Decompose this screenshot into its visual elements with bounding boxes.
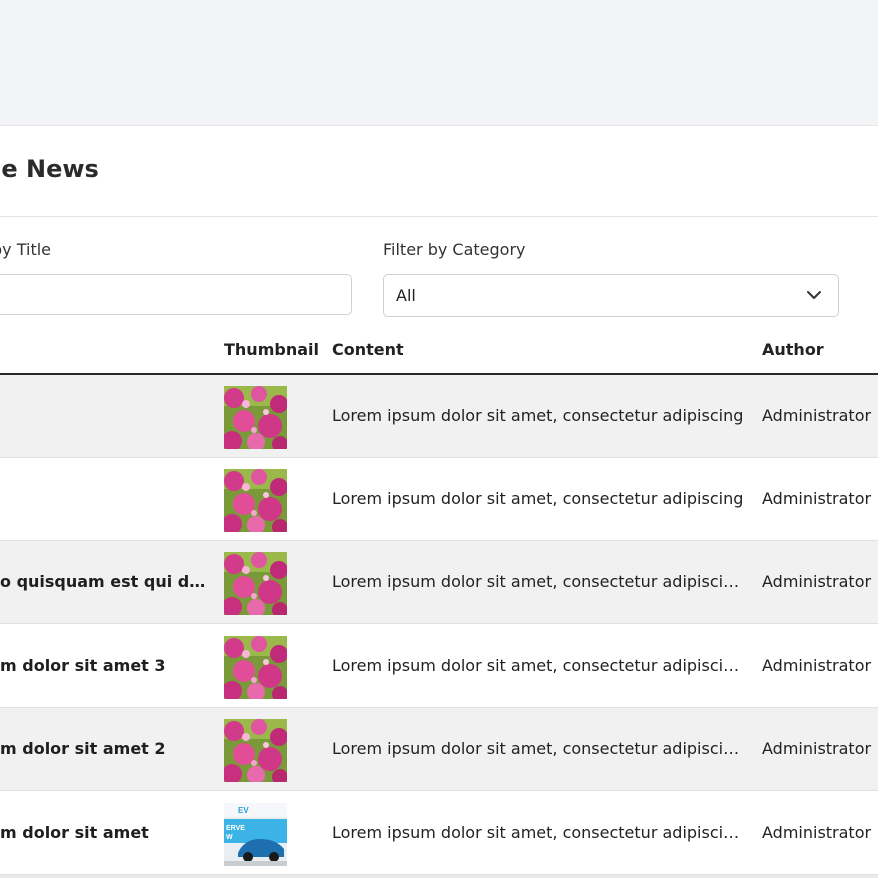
row-author: Administrator — [762, 572, 872, 591]
column-header-content[interactable]: Content — [332, 340, 404, 359]
title-divider — [0, 216, 878, 217]
row-author: Administrator — [762, 489, 872, 508]
row-author: Administrator — [762, 739, 872, 758]
row-author: Administrator — [762, 823, 872, 842]
category-filter-select[interactable]: All — [383, 274, 839, 317]
column-header-thumbnail[interactable]: Thumbnail — [224, 340, 319, 359]
table-row[interactable]: m dolor sit amet Lorem ipsum dolor sit a… — [0, 792, 878, 875]
row-author: Administrator — [762, 656, 872, 675]
category-filter-value: All — [396, 286, 416, 305]
category-filter-label: Filter by Category — [383, 240, 526, 259]
row-title[interactable]: m dolor sit amet — [0, 823, 149, 842]
chevron-down-icon — [807, 291, 821, 299]
table-row[interactable]: Lorem ipsum dolor sit amet, consectetur … — [0, 375, 878, 458]
table-row[interactable]: m dolor sit amet 3 Lorem ipsum dolor sit… — [0, 625, 878, 708]
table-row[interactable]: o quisquam est qui dol... Lorem ipsum do… — [0, 541, 878, 624]
row-title[interactable]: m dolor sit amet 2 — [0, 739, 166, 758]
row-thumbnail-image — [224, 386, 287, 449]
row-title[interactable]: m dolor sit amet 3 — [0, 656, 166, 675]
row-content: Lorem ipsum dolor sit amet, consectetur … — [332, 656, 744, 675]
page-title: age News — [0, 155, 99, 183]
row-content: Lorem ipsum dolor sit amet, consectetur … — [332, 739, 744, 758]
column-header-author[interactable]: Author — [762, 340, 824, 359]
table-row[interactable]: Lorem ipsum dolor sit amet, consectetur … — [0, 458, 878, 541]
top-bar — [0, 0, 878, 126]
table-row[interactable]: m dolor sit amet 2 Lorem ipsum dolor sit… — [0, 708, 878, 791]
row-content: Lorem ipsum dolor sit amet, consectetur … — [332, 823, 744, 842]
row-title[interactable]: o quisquam est qui dol... — [0, 572, 210, 591]
row-thumbnail-image — [224, 803, 287, 866]
row-thumbnail-image — [224, 719, 287, 782]
search-title-label: by Title — [0, 240, 51, 259]
search-title-input[interactable] — [0, 274, 352, 315]
row-author: Administrator — [762, 406, 872, 425]
row-thumbnail-image — [224, 469, 287, 532]
row-content: Lorem ipsum dolor sit amet, consectetur … — [332, 406, 744, 425]
row-content: Lorem ipsum dolor sit amet, consectetur … — [332, 572, 744, 591]
row-content: Lorem ipsum dolor sit amet, consectetur … — [332, 489, 744, 508]
row-thumbnail-image — [224, 552, 287, 615]
row-thumbnail-image — [224, 636, 287, 699]
